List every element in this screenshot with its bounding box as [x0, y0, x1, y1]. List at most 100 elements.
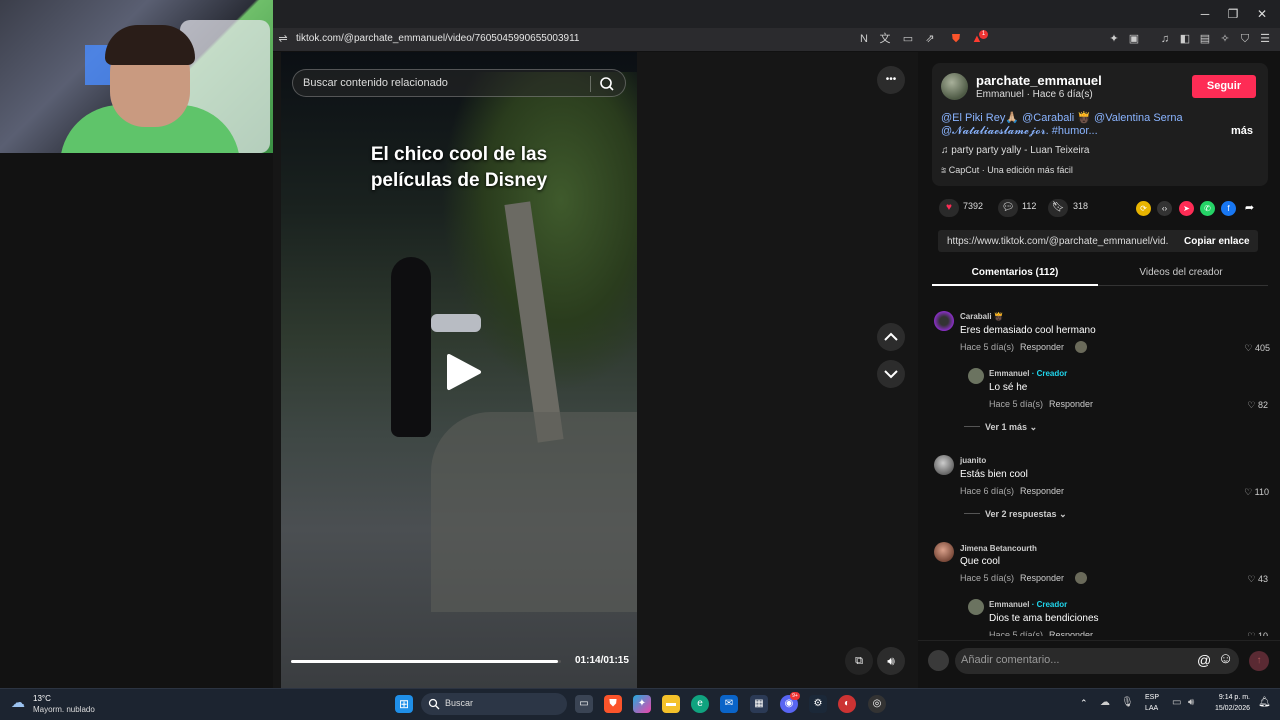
share-link-text[interactable]: https://www.tiktok.com/@parchate_emmanue… [947, 236, 1169, 247]
share-arrow-icon[interactable]: ➦ [1242, 201, 1257, 216]
previous-video-button[interactable] [877, 323, 905, 351]
file-explorer-icon[interactable]: ▬ [662, 695, 680, 713]
bookmark-icon[interactable]: 🔖︎ [1048, 199, 1068, 217]
reply-button[interactable]: Responder [1049, 399, 1093, 409]
restore-button[interactable]: ❐ [1218, 4, 1248, 24]
user-avatar[interactable] [928, 650, 949, 671]
follow-button[interactable]: Seguir [1192, 75, 1256, 98]
extensions-icon[interactable]: ✦ [1107, 32, 1121, 46]
recording-app-icon[interactable]: ◎ [868, 695, 886, 713]
view-more-replies[interactable]: Ver 1 más ⌄ [985, 422, 1037, 433]
notifications-icon[interactable]: 🔔︎ [1258, 697, 1271, 708]
weather-icon[interactable]: ☁ [11, 694, 25, 711]
comment-avatar[interactable] [934, 311, 954, 331]
search-icon[interactable] [599, 76, 615, 92]
microphone-icon[interactable]: 🎙︎ [1121, 697, 1134, 708]
comment-author[interactable]: Carabali 🫅🏿 [960, 312, 1004, 321]
tray-chevron-up-icon[interactable]: ⌃ [1080, 698, 1088, 709]
comment-like-count[interactable]: ♡ 43 [1228, 574, 1268, 585]
reply-avatar[interactable] [968, 368, 984, 384]
reply-like-count[interactable]: ♡ 10 [1228, 631, 1268, 636]
author-avatar[interactable] [941, 73, 968, 100]
brave-shield-icon[interactable]: ⛊ [949, 32, 963, 46]
whatsapp-icon[interactable]: ✆ [1200, 201, 1215, 216]
translate-off-icon[interactable]: N [857, 32, 871, 46]
description-more-link[interactable]: más [1231, 125, 1253, 137]
reply-button[interactable]: Responder [1020, 573, 1064, 583]
reply-button[interactable]: Responder [1020, 486, 1064, 496]
like-icon[interactable]: ♥ [939, 199, 959, 217]
description-line-2[interactable]: @𝓝𝓪𝓽𝓪𝓵𝓲𝓪𝓮𝓼𝓵𝓪𝓶𝓮𝓳𝓸𝓻. #humor... [941, 125, 1098, 138]
next-video-button[interactable] [877, 360, 905, 388]
edge-icon[interactable]: e [691, 695, 709, 713]
screencast-icon[interactable]: ▭ [901, 32, 915, 46]
description-line-1[interactable]: @El Piki Rey🙏🏼 @Carabali 🫅🏿 @Valentina S… [941, 111, 1183, 124]
media-icon[interactable]: ♫ [1158, 32, 1172, 46]
tab-comments[interactable]: Comentarios (112) [932, 267, 1098, 278]
facebook-icon[interactable]: f [1221, 201, 1236, 216]
language-indicator[interactable]: ESP [1145, 694, 1159, 701]
reply-button[interactable]: Responder [1020, 342, 1064, 352]
clock-date[interactable]: 15/02/2026 [1207, 705, 1250, 712]
speaker-icon[interactable]: 🔊︎ [1188, 697, 1194, 708]
task-view-icon[interactable]: ▭ [575, 695, 593, 713]
keyboard-layout[interactable]: LAA [1145, 705, 1158, 712]
comment-avatar[interactable] [934, 455, 954, 475]
volume-button[interactable]: 🔊︎ [877, 647, 905, 675]
repost-icon[interactable]: ⟳ [1136, 201, 1151, 216]
app-icon[interactable]: ◐ [838, 695, 856, 713]
weather-temperature[interactable]: 13°C [33, 694, 51, 703]
reply-like-count[interactable]: ♡ 82 [1228, 400, 1268, 411]
leo-ai-icon[interactable]: ✧ [1218, 32, 1232, 46]
copy-link-button[interactable]: Copiar enlace [1184, 236, 1250, 247]
windows-start-icon[interactable]: ⊞ [395, 695, 413, 713]
floating-player-button[interactable]: ⧉ [845, 647, 873, 675]
close-button[interactable]: ✕ [1247, 4, 1277, 24]
comment-text: Que cool [960, 556, 1001, 567]
related-search-input[interactable]: Buscar contenido relacionado [292, 69, 626, 97]
sidebar-icon[interactable]: ◧ [1178, 32, 1192, 46]
copilot-icon[interactable]: ✦ [633, 695, 651, 713]
onedrive-icon[interactable]: ☁ [1100, 697, 1110, 708]
network-icon[interactable]: ▭ [1172, 697, 1181, 708]
comment-icon[interactable]: 💬︎ [998, 199, 1018, 217]
left-empty-panel [0, 153, 273, 688]
comment-avatar[interactable] [934, 542, 954, 562]
reply-author[interactable]: Emmanuel · Creador [989, 369, 1067, 378]
tab-creator-videos[interactable]: Videos del creador [1098, 267, 1264, 278]
weather-description[interactable]: Mayorm. nublado [33, 705, 95, 714]
reply-avatar[interactable] [968, 599, 984, 615]
steam-icon[interactable]: ⚙ [809, 695, 827, 713]
send-to-friends-icon[interactable]: ➤ [1179, 201, 1194, 216]
mention-icon[interactable]: @ [1197, 652, 1211, 668]
comment-like-count[interactable]: ♡ 405 [1230, 343, 1270, 354]
comment-author[interactable]: Jimena Betancourth [960, 544, 1037, 553]
mail-icon[interactable]: ✉ [720, 695, 738, 713]
brave-browser-icon[interactable]: ⛊ [604, 695, 622, 713]
embed-icon[interactable]: ‹› [1157, 201, 1172, 216]
author-username[interactable]: parchate_emmanuel [976, 73, 1102, 88]
play-icon[interactable] [443, 352, 483, 392]
emoji-icon[interactable]: ☺ [1218, 650, 1233, 667]
minimize-button[interactable]: ─ [1190, 4, 1220, 24]
clock-time[interactable]: 9:14 p. m. [1216, 694, 1250, 701]
send-comment-button[interactable]: ↑ [1249, 651, 1269, 671]
tab-groups-icon[interactable]: ▣ [1127, 32, 1141, 46]
store-icon[interactable]: ▦ [750, 695, 768, 713]
share-icon[interactable]: ⇗ [923, 32, 937, 46]
menu-icon[interactable]: ☰ [1258, 32, 1272, 46]
url-text[interactable]: tiktok.com/@parchate_emmanuel/video/7605… [296, 33, 580, 44]
music-info[interactable]: ♫ party party yally - Luan Teixeira [941, 145, 1090, 156]
site-settings-icon[interactable]: ⇌ [276, 32, 290, 46]
taskbar-search[interactable]: Buscar [421, 693, 567, 715]
reply-button[interactable]: Responder [1049, 630, 1093, 636]
more-options-button[interactable]: ••• [877, 66, 905, 94]
capcut-anchor[interactable]: ⩰ CapCut · Una edición más fácil [941, 165, 1073, 176]
vpn-icon[interactable]: ⛉ [1238, 32, 1252, 46]
wallet-icon[interactable]: ▤ [1198, 32, 1212, 46]
reply-author[interactable]: Emmanuel · Creador [989, 600, 1067, 609]
translate-icon[interactable]: 文 [878, 32, 892, 46]
comment-like-count[interactable]: ♡ 110 [1229, 487, 1269, 498]
comment-author[interactable]: juanito [960, 456, 986, 465]
view-more-replies[interactable]: Ver 2 respuestas ⌄ [985, 509, 1067, 520]
